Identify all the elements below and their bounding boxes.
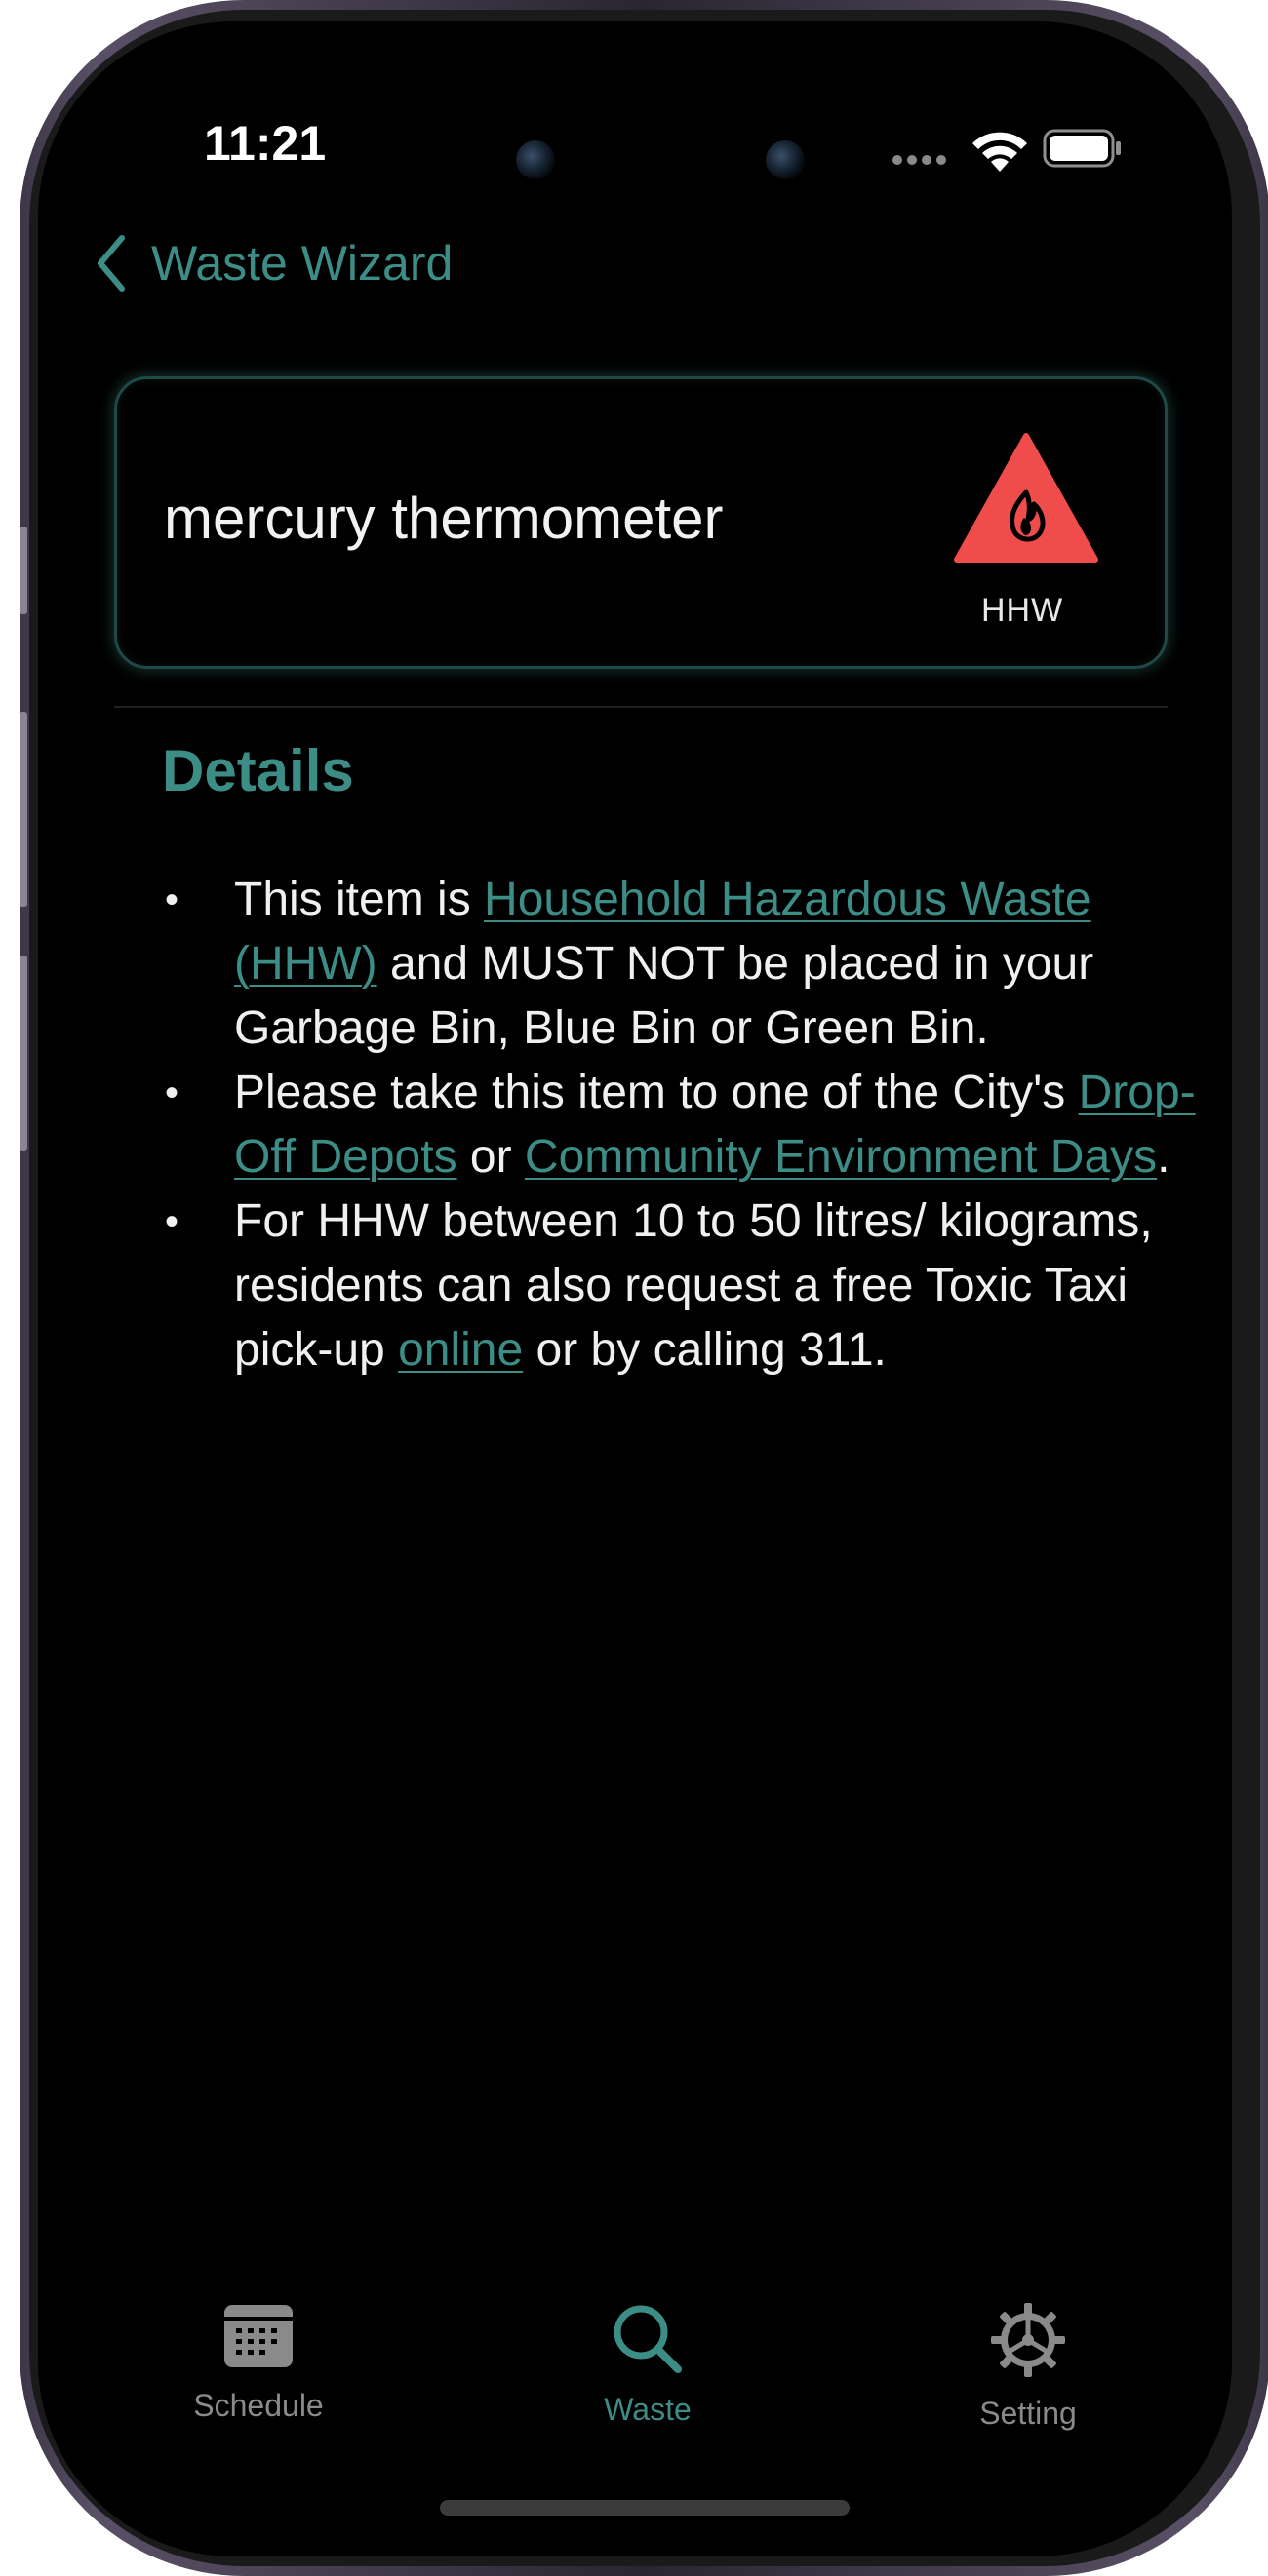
details-heading: Details: [162, 738, 354, 803]
category-label: HHW: [981, 592, 1064, 629]
camera-icon: [516, 140, 555, 179]
list-item: • This item is Household Hazardous Waste…: [162, 868, 1196, 1061]
list-item: • For HHW between 10 to 50 litres/ kilog…: [162, 1190, 1196, 1383]
bullet-text: or: [456, 1131, 525, 1183]
bullet-text: This item is: [234, 874, 485, 925]
screen: 11:21 Waste Wizard mercury thermometer H…: [38, 21, 1232, 2556]
bullet-icon: •: [164, 878, 178, 921]
search-icon: [614, 2305, 682, 2373]
bullet-text: Please take this item to one of the City…: [234, 1067, 1079, 1118]
calendar-icon: [224, 2305, 293, 2367]
bullet-icon: •: [164, 1200, 178, 1243]
bullet-text: .: [1157, 1131, 1170, 1183]
details-list: • This item is Household Hazardous Waste…: [162, 868, 1196, 1383]
tab-setting-label: Setting: [979, 2396, 1077, 2431]
home-indicator[interactable]: [440, 2500, 850, 2516]
back-button[interactable]: Waste Wizard: [95, 234, 453, 293]
status-time: 11:21: [204, 116, 327, 171]
wifi-icon: [972, 132, 1027, 172]
divider: [114, 706, 1168, 708]
volume-up-button: [20, 712, 27, 907]
action-button: [20, 527, 27, 614]
item-title: mercury thermometer: [164, 486, 724, 551]
list-item: • Please take this item to one of the Ci…: [162, 1061, 1196, 1190]
item-card: mercury thermometer HHW: [114, 376, 1168, 669]
community-environment-days-link[interactable]: Community Environment Days: [525, 1131, 1157, 1183]
bullet-icon: •: [164, 1072, 178, 1114]
chevron-left-icon: [98, 235, 125, 292]
tab-bar: Schedule Waste Setting: [38, 2303, 1232, 2459]
hazard-flame-icon: [954, 433, 1098, 563]
tab-schedule[interactable]: Schedule: [132, 2303, 385, 2424]
cellular-signal-icon: [892, 152, 951, 166]
sensor-icon: [766, 140, 805, 179]
dynamic-island: [496, 117, 838, 203]
tab-schedule-label: Schedule: [193, 2388, 324, 2423]
tab-setting[interactable]: Setting: [901, 2303, 1155, 2432]
gear-icon: [991, 2303, 1065, 2377]
bullet-text: or by calling 311.: [523, 1324, 887, 1376]
battery-icon: [1043, 129, 1121, 168]
back-button-label: Waste Wizard: [151, 236, 454, 291]
online-link[interactable]: online: [398, 1324, 523, 1376]
volume-down-button: [20, 956, 27, 1151]
tab-waste[interactable]: Waste: [521, 2303, 774, 2428]
tab-waste-label: Waste: [604, 2392, 692, 2427]
